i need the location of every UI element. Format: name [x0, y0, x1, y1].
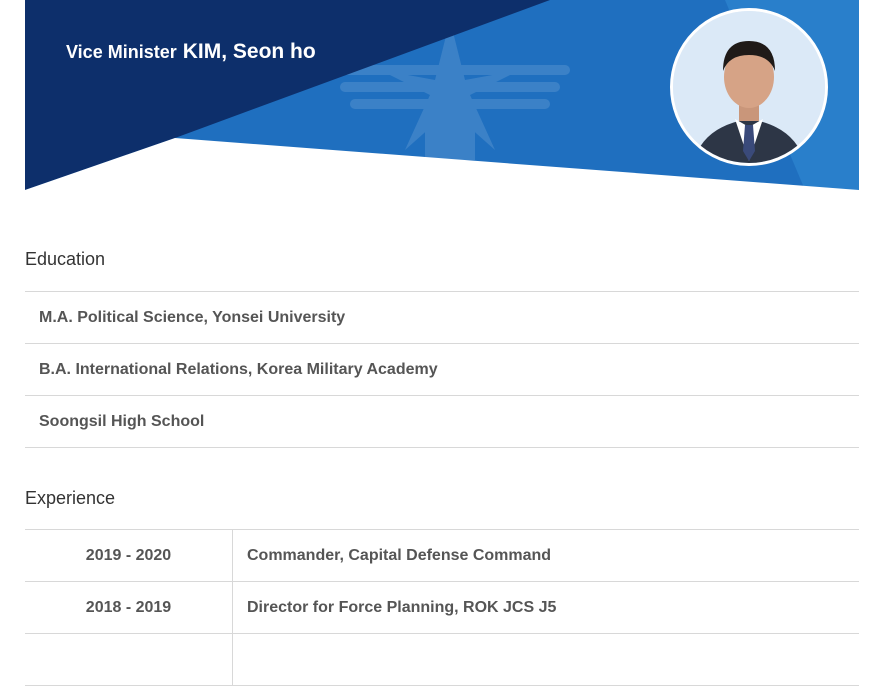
experience-years: 2018 - 2019	[25, 582, 233, 633]
table-row	[25, 634, 859, 686]
education-item: B.A. International Relations, Korea Mili…	[39, 360, 438, 378]
experience-role: Director for Force Planning, ROK JCS J5	[247, 598, 557, 616]
education-item: M.A. Political Science, Yonsei Universit…	[39, 308, 346, 326]
portrait-photo	[670, 8, 828, 166]
experience-heading: Experience	[25, 488, 116, 508]
experience-role: Commander, Capital Defense Command	[247, 546, 552, 564]
education-list: M.A. Political Science, Yonsei Universit…	[25, 291, 859, 448]
profile-banner: Vice Minister KIM, Seon ho	[25, 0, 859, 190]
table-row: 2019 - 2020 Commander, Capital Defense C…	[25, 530, 859, 582]
official-rank: Vice Minister	[66, 42, 177, 62]
list-item: Soongsil High School	[25, 396, 859, 448]
experience-table: 2019 - 2020 Commander, Capital Defense C…	[25, 529, 859, 686]
table-row: 2018 - 2019 Director for Force Planning,…	[25, 582, 859, 634]
education-item: Soongsil High School	[39, 412, 205, 430]
official-title: Vice Minister KIM, Seon ho	[66, 40, 316, 64]
experience-years: 2019 - 2020	[25, 530, 233, 581]
list-item: M.A. Political Science, Yonsei Universit…	[25, 292, 859, 344]
list-item: B.A. International Relations, Korea Mili…	[25, 344, 859, 396]
official-name: KIM, Seon ho	[182, 40, 316, 63]
education-heading: Education	[25, 249, 106, 269]
experience-years	[25, 634, 233, 685]
